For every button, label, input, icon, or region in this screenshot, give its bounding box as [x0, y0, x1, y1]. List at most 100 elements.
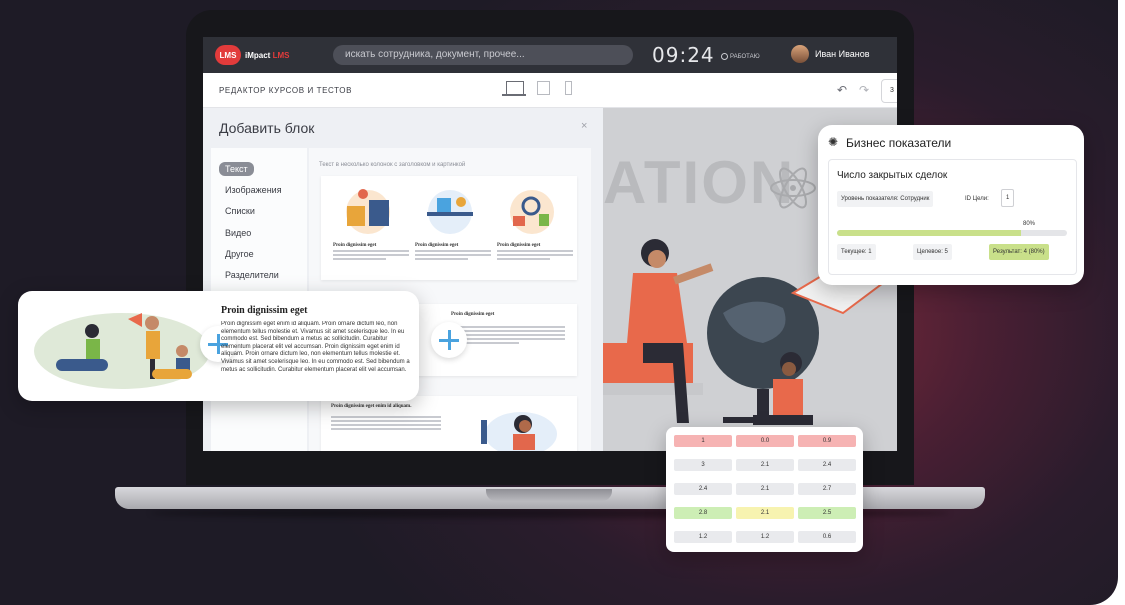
kpi-subtitle: Число закрытых сделок: [837, 170, 948, 181]
logo-name: iMpact: [245, 50, 271, 60]
mobile-view-icon[interactable]: [565, 81, 572, 95]
table-cell: 2.8: [674, 507, 732, 519]
tile-heading: Proin dignissim eget: [451, 312, 495, 317]
progress-fill: [837, 230, 1021, 236]
close-icon[interactable]: ×: [581, 120, 587, 132]
goal-id-field[interactable]: 1: [1001, 189, 1015, 207]
mini-text-line: [415, 258, 469, 260]
category-dividers[interactable]: Разделители: [225, 270, 279, 280]
mini-text-line: [415, 254, 491, 256]
desktop-view-icon[interactable]: [506, 81, 524, 95]
block-tile-text-image[interactable]: Proin dignissim eget enim id aliquam.: [321, 396, 577, 451]
mini-heading: Proin dignissim eget: [333, 243, 377, 248]
gear-icon: ✺: [828, 135, 839, 149]
tile-text: [451, 324, 565, 344]
more-button[interactable]: 3: [881, 79, 897, 103]
kpi-details: Число закрытых сделок Уровень показателя…: [828, 159, 1077, 275]
user-name: Иван Иванов: [815, 49, 870, 59]
progress-bar: [837, 230, 1067, 236]
mini-text-line: [497, 254, 573, 256]
table-cell: 0.9: [798, 435, 856, 447]
user-menu[interactable]: Иван Иванов: [791, 45, 870, 63]
mini-column: Proin dignissim eget: [333, 182, 409, 260]
status-icon: [721, 53, 728, 60]
editor-header: РЕДАКТОР КУРСОВ И ТЕСТОВ ↶ ↷ 3: [203, 73, 897, 108]
category-other[interactable]: Другое: [225, 249, 254, 259]
tile-caption: Текст в несколько колонок с заголовком и…: [319, 162, 466, 168]
tablet-view-icon[interactable]: [537, 81, 550, 95]
laptop-notch: [486, 489, 612, 501]
table-cell: 0.0: [736, 435, 794, 447]
result-chip: Результат: 4 (80%): [989, 244, 1049, 260]
mini-text-line: [415, 250, 491, 252]
search-illustration-icon: [510, 190, 554, 234]
app-logo[interactable]: LMS iMpact LMS: [215, 44, 289, 66]
work-status[interactable]: РАБОТАЮ: [721, 53, 760, 60]
mini-text-line: [497, 258, 551, 260]
add-block-plus-icon-secondary[interactable]: [431, 322, 467, 358]
mini-text-line: [333, 258, 387, 260]
current-chip: Текущее: 1: [837, 244, 876, 260]
category-text[interactable]: Текст: [219, 162, 254, 176]
table-cell: 1: [674, 435, 732, 447]
target-chip: Целевое: 5: [913, 244, 952, 260]
desktop-stand-icon: [502, 94, 526, 96]
tile-text-line: [331, 416, 441, 418]
table-cell: 2.1: [736, 459, 794, 471]
team-illustration-icon: [34, 313, 210, 389]
kpi-card: ✺ Бизнес показатели Число закрытых сдело…: [818, 125, 1084, 285]
status-label: РАБОТАЮ: [730, 54, 760, 61]
mini-text-line: [333, 250, 409, 252]
mini-heading: Proin dignissim eget: [415, 243, 459, 248]
mini-heading: Proin dignissim eget: [497, 243, 541, 248]
tile-text-line: [331, 428, 441, 430]
tile-text-line: [451, 338, 565, 340]
table-cell: 0.6: [798, 531, 856, 543]
number-table-card: 1 0.0 0.9 3 2.1 2.4 2.4 2.1 2.7 2.8 2.1 2.5 1.2 1.2 0.…: [666, 427, 863, 552]
tile-text-line: [451, 330, 565, 332]
table-cell: 2.7: [798, 483, 856, 495]
office-illustration-icon: [427, 190, 473, 234]
logo-badge: LMS: [215, 45, 241, 65]
tile-heading: Proin dignissim eget enim id aliquam.: [331, 404, 412, 409]
category-images[interactable]: Изображения: [225, 185, 282, 195]
table-cell: 1.2: [674, 531, 732, 543]
tile-text-line: [451, 334, 565, 336]
table-cell: 1.2: [736, 531, 794, 543]
kpi-title: Бизнес показатели: [846, 136, 952, 150]
avatar: [791, 45, 809, 63]
goal-id-label: ID Цели:: [965, 196, 989, 202]
hero-background: LMS iMpact LMS искать сотрудника, докуме…: [0, 0, 1118, 605]
table-cell: 2.5: [798, 507, 856, 519]
mini-text-line: [333, 254, 409, 256]
category-lists[interactable]: Списки: [225, 206, 255, 216]
panel-title: Добавить блок: [219, 120, 315, 136]
tile-text: [331, 414, 441, 430]
team-illustration-icon: [346, 189, 390, 234]
table-cell: 2.1: [736, 507, 794, 519]
editor-title: РЕДАКТОР КУРСОВ И ТЕСТОВ: [219, 86, 353, 95]
woman-laptop-illustration-icon: [481, 412, 557, 451]
table-cell: 2.1: [736, 483, 794, 495]
redo-icon[interactable]: ↷: [859, 83, 869, 97]
category-video[interactable]: Видео: [225, 228, 251, 238]
logo-suffix: LMS: [272, 50, 290, 60]
clock: 09:24: [652, 43, 715, 67]
block-card-heading: Proin dignissim eget: [221, 305, 308, 316]
progress-label: 80%: [1023, 221, 1036, 227]
tile-text-line: [451, 326, 565, 328]
block-tile-three-columns[interactable]: Proin dignissim eget Proin dignissim ege…: [321, 176, 577, 280]
table-cell: 2.4: [798, 459, 856, 471]
undo-icon[interactable]: ↶: [837, 83, 847, 97]
mini-text-line: [497, 250, 573, 252]
mini-column: Proin dignissim eget: [415, 182, 491, 260]
text-image-block-card[interactable]: Proin dignissim eget Proin dignissim ege…: [18, 291, 419, 401]
mini-column: Proin dignissim eget: [497, 182, 573, 260]
logo-text: iMpact LMS: [245, 51, 289, 60]
table-cell: 3: [674, 459, 732, 471]
tile-text-line: [331, 424, 441, 426]
block-card-body: Proin dignissim eget enim id aliquam. Pr…: [221, 321, 410, 373]
search-input[interactable]: искать сотрудника, документ, прочее...: [333, 45, 633, 65]
level-chip[interactable]: Уровень показателя: Сотрудник: [837, 191, 934, 207]
table-cell: 2.4: [674, 483, 732, 495]
